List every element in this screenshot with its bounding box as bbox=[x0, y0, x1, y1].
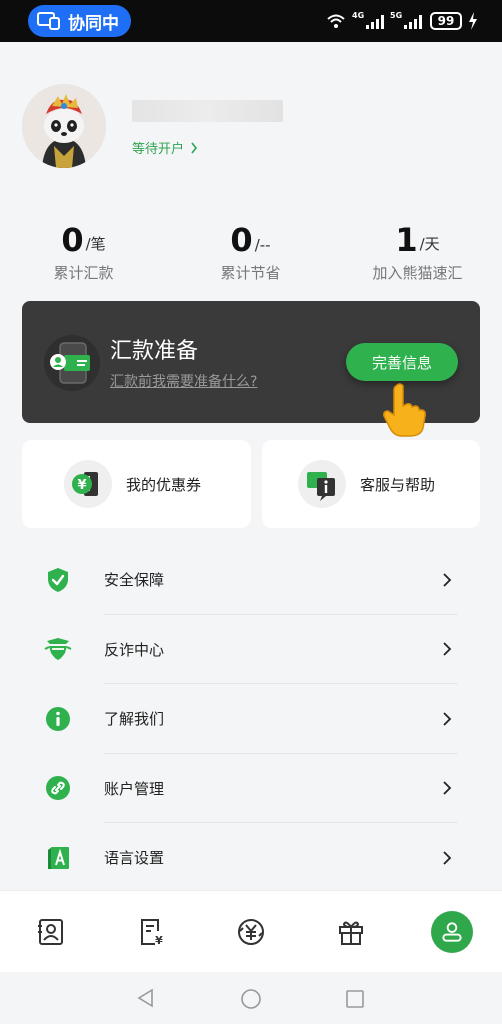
stat-value: 0 bbox=[230, 221, 253, 259]
home-icon[interactable] bbox=[240, 988, 262, 1010]
account-status-label: 等待开户 bbox=[132, 142, 185, 157]
nav-profile[interactable] bbox=[402, 891, 502, 973]
account-status-link[interactable]: 等待开户 bbox=[132, 138, 198, 157]
link-icon bbox=[46, 776, 70, 801]
stat-unit: /天 bbox=[419, 235, 440, 253]
status-bar: 协同中 4G 5G 99 bbox=[0, 0, 502, 42]
stat-total-savings: 0/-- 累计节省 bbox=[167, 214, 334, 290]
multi-screen-icon bbox=[37, 12, 60, 30]
signal-4g-icon: 4G bbox=[352, 11, 384, 29]
chevron-right-icon bbox=[443, 712, 452, 726]
anti-fraud-icon bbox=[44, 638, 72, 661]
remit-icon bbox=[237, 919, 264, 945]
menu-icon-wrap bbox=[44, 844, 72, 872]
coupon-card[interactable]: ¥ 我的优惠券 bbox=[22, 440, 251, 528]
system-nav-bar bbox=[0, 972, 502, 1024]
coupon-icon-wrap: ¥ bbox=[64, 460, 112, 508]
menu-icon-wrap bbox=[44, 635, 72, 663]
complete-info-button[interactable]: 完善信息 bbox=[346, 343, 458, 381]
chevron-right-icon bbox=[443, 781, 452, 795]
chevron-right-icon bbox=[443, 851, 452, 865]
chevron-right-icon bbox=[191, 142, 198, 153]
stat-unit: /笔 bbox=[85, 235, 106, 253]
menu-item-account-management[interactable]: 账户管理 bbox=[22, 754, 480, 823]
chevron-right-icon bbox=[443, 642, 452, 656]
wifi-icon bbox=[327, 14, 345, 28]
coupon-label: 我的优惠券 bbox=[126, 475, 202, 494]
menu-label: 账户管理 bbox=[104, 779, 165, 798]
back-icon[interactable] bbox=[136, 988, 156, 1008]
network-type-1: 4G bbox=[352, 11, 365, 20]
battery-indicator: 99 bbox=[430, 12, 462, 30]
bill-icon: ¥ bbox=[140, 919, 163, 947]
pointing-hand-icon bbox=[383, 383, 426, 437]
network-type-2: 5G bbox=[390, 11, 403, 20]
nav-bills[interactable]: ¥ bbox=[100, 891, 200, 973]
svg-text:¥: ¥ bbox=[155, 934, 163, 947]
menu-icon-wrap bbox=[44, 705, 72, 733]
bottom-nav: ¥ bbox=[0, 890, 502, 972]
shield-check-icon bbox=[48, 567, 68, 592]
menu-label: 反诈中心 bbox=[104, 640, 165, 659]
status-icons: 4G 5G 99 bbox=[326, 9, 478, 33]
stat-label: 累计汇款 bbox=[53, 264, 114, 282]
menu-label: 语言设置 bbox=[104, 849, 165, 868]
nav-profile-active-bg bbox=[430, 911, 473, 953]
language-icon bbox=[48, 846, 69, 869]
customer-service-icon bbox=[307, 472, 335, 501]
prep-help-link[interactable]: 汇款前我需要准备什么? bbox=[110, 371, 257, 391]
signal-5g-icon: 5G bbox=[390, 11, 422, 29]
profile-icon bbox=[442, 922, 462, 942]
menu-label: 了解我们 bbox=[104, 710, 165, 729]
menu-item-anti-fraud[interactable]: 反诈中心 bbox=[22, 615, 480, 684]
nav-remit[interactable] bbox=[201, 891, 301, 973]
menu-item-language[interactable]: 语言设置 bbox=[22, 823, 480, 893]
customer-service-card[interactable]: 客服与帮助 bbox=[262, 440, 480, 528]
stat-total-remittance: 0/笔 累计汇款 bbox=[0, 214, 167, 290]
chevron-right-icon bbox=[443, 573, 452, 587]
stats-row: 0/笔 累计汇款 0/-- 累计节省 1/天 加入熊猫速汇 bbox=[0, 214, 502, 290]
username-blurred bbox=[132, 100, 283, 122]
gift-icon bbox=[339, 921, 364, 945]
nav-gift[interactable] bbox=[301, 891, 401, 973]
stat-label: 累计节省 bbox=[220, 264, 281, 282]
stat-days-joined: 1/天 加入熊猫速汇 bbox=[334, 214, 501, 290]
menu-icon-wrap bbox=[44, 774, 72, 802]
phone-profile-icon bbox=[50, 342, 90, 384]
coupon-icon: ¥ bbox=[72, 472, 98, 496]
collab-indicator[interactable]: 协同中 bbox=[28, 5, 131, 37]
panda-avatar-icon bbox=[22, 84, 106, 168]
battery-level: 99 bbox=[437, 14, 455, 28]
settings-menu: 安全保障 反诈中心 了解我们 账户管理 语言设置 bbox=[22, 545, 480, 893]
avatar[interactable] bbox=[22, 84, 106, 168]
stat-value: 1 bbox=[395, 221, 418, 259]
charging-icon bbox=[469, 12, 477, 30]
menu-label: 安全保障 bbox=[104, 571, 165, 590]
info-icon bbox=[46, 706, 70, 731]
svg-text:¥: ¥ bbox=[77, 478, 86, 493]
menu-item-security[interactable]: 安全保障 bbox=[22, 545, 480, 615]
nav-contacts[interactable] bbox=[0, 891, 100, 973]
menu-icon-wrap bbox=[44, 566, 72, 594]
stat-value: 0 bbox=[61, 221, 84, 259]
menu-item-about-us[interactable]: 了解我们 bbox=[22, 684, 480, 754]
customer-service-icon-wrap bbox=[298, 460, 346, 508]
customer-service-label: 客服与帮助 bbox=[360, 475, 436, 494]
stat-label: 加入熊猫速汇 bbox=[372, 264, 463, 282]
prep-title: 汇款准备 bbox=[110, 339, 199, 364]
contacts-icon bbox=[38, 919, 64, 945]
stat-unit: /-- bbox=[254, 236, 271, 254]
collab-label: 协同中 bbox=[68, 13, 119, 34]
recents-icon[interactable] bbox=[345, 989, 365, 1009]
prep-icon-wrap bbox=[44, 335, 100, 391]
